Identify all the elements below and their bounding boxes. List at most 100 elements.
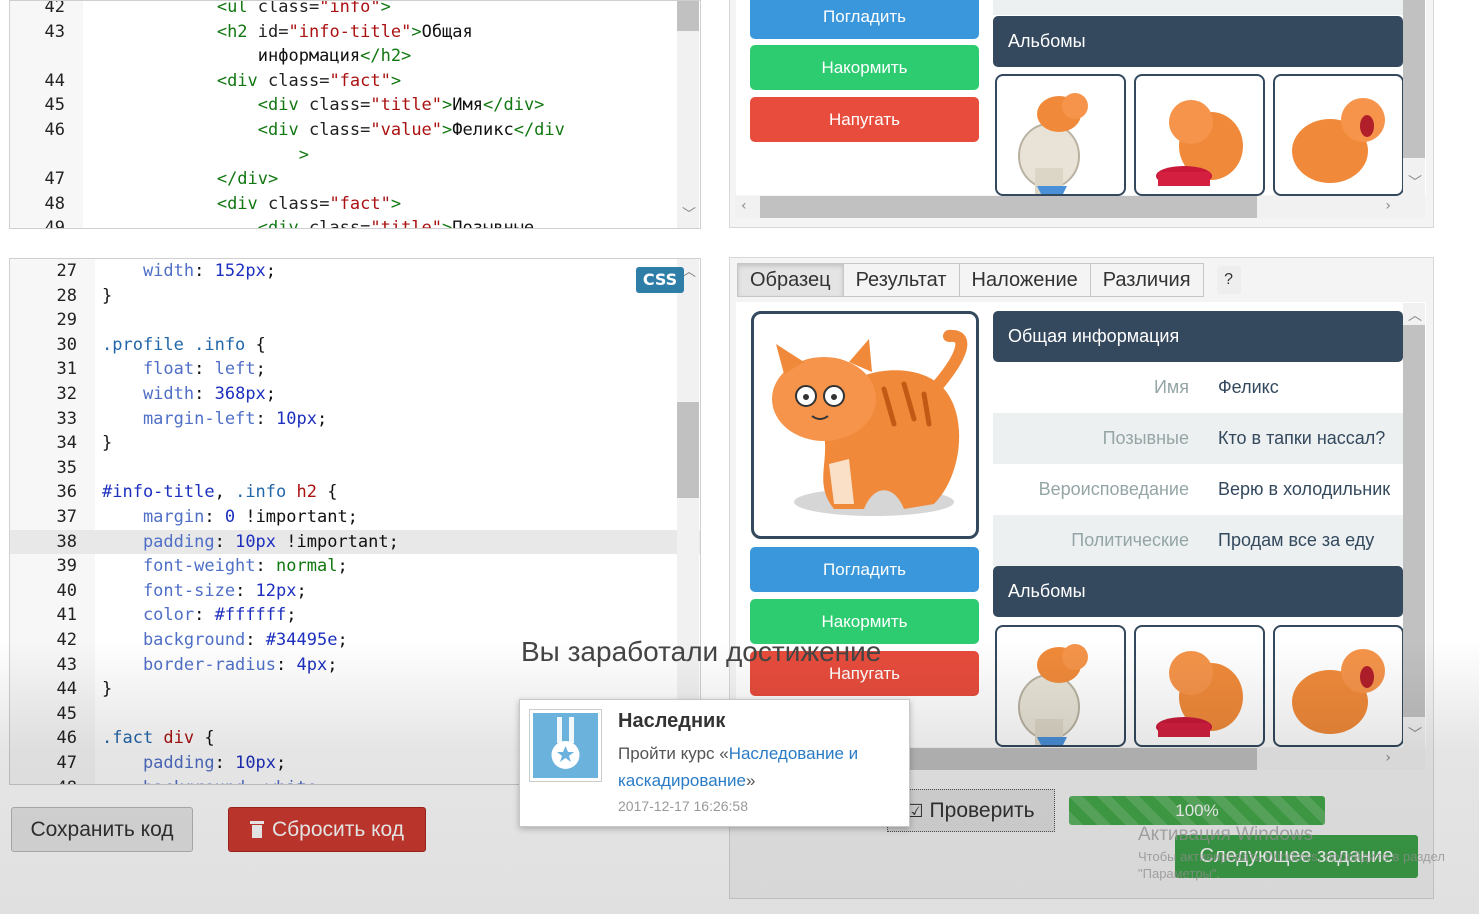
scroll-up-arrow-icon[interactable]: ︿ xyxy=(1408,305,1422,325)
pet-button[interactable]: Погладить xyxy=(750,547,979,592)
code-line[interactable]: 41 color: #ffffff; xyxy=(10,603,700,628)
toilet-cat-image xyxy=(1018,644,1088,745)
code-text: <ul class="info"> xyxy=(216,0,391,17)
fact-row-bg xyxy=(993,0,1403,15)
line-number: 36 xyxy=(56,482,77,503)
code-line[interactable]: 46 <div class="value">Феликс</div xyxy=(10,118,700,143)
reset-code-label: Сбросить код xyxy=(271,818,405,841)
code-line[interactable]: 49 <div class="title">Позывные xyxy=(10,216,700,228)
scroll-left-arrow-icon[interactable]: ‹ xyxy=(741,198,747,214)
scroll-right-arrow-icon[interactable]: › xyxy=(1385,750,1391,766)
line-number: 39 xyxy=(56,556,77,577)
bowl-cat-image xyxy=(1156,651,1243,737)
scroll-up-arrow-icon[interactable]: ︿ xyxy=(682,261,696,281)
code-line[interactable]: 29 xyxy=(10,308,700,333)
help-button[interactable]: ? xyxy=(1216,266,1241,294)
album-screaming-cat[interactable] xyxy=(1273,625,1404,747)
code-line[interactable]: 38 padding: 10px !important; xyxy=(10,529,700,555)
code-line[interactable]: 27 width: 152px; xyxy=(10,259,700,284)
screaming-cat-image xyxy=(1292,649,1385,734)
scroll-right-arrow-icon[interactable]: › xyxy=(1385,198,1391,214)
album-bowl-cat[interactable] xyxy=(1134,625,1265,747)
scroll-thumb[interactable] xyxy=(1403,0,1425,158)
html-editor[interactable]: 42 <ul class="info"> 43 <h2 id="info-titl… xyxy=(9,0,701,229)
scare-button-top[interactable]: Напугать xyxy=(750,97,979,142)
code-text: .profile .info { xyxy=(102,334,266,355)
css-badge: CSS xyxy=(636,267,684,293)
code-text: .fact div { xyxy=(102,728,215,749)
next-task-button[interactable]: Следующее задание xyxy=(1175,835,1418,878)
code-line[interactable]: > xyxy=(10,143,700,168)
fact-value: Феликс xyxy=(1218,377,1279,397)
vertical-scrollbar[interactable]: ﹀ xyxy=(677,1,699,228)
code-line[interactable]: 36 #info-title, .info h2 { xyxy=(10,480,700,505)
bowl-cat-image xyxy=(1156,100,1243,186)
album-bowl-cat[interactable] xyxy=(1134,74,1265,196)
code-text: } xyxy=(102,433,113,454)
code-line[interactable]: информация</h2> xyxy=(10,44,700,69)
scroll-down-arrow-icon[interactable]: ﹀ xyxy=(1408,172,1422,192)
code-line[interactable]: 32 width: 368px; xyxy=(10,382,700,407)
scroll-thumb[interactable] xyxy=(677,402,699,498)
line-number: 29 xyxy=(56,310,77,331)
scroll-thumb[interactable] xyxy=(760,196,1257,218)
scroll-down-arrow-icon[interactable]: ﹀ xyxy=(1408,724,1422,744)
achievement-card[interactable]: Наследник Пройти курс «Наследование и ка… xyxy=(519,699,910,827)
pet-button-top[interactable]: Погладить xyxy=(750,0,979,39)
album-screaming-cat[interactable] xyxy=(1273,74,1404,196)
feed-button-top[interactable]: Накормить xyxy=(750,45,979,90)
screaming-cat-image xyxy=(1292,98,1385,183)
toilet-cat-image xyxy=(1018,93,1088,194)
album-toilet-cat[interactable] xyxy=(995,625,1126,747)
album-toilet-cat[interactable] xyxy=(995,74,1126,196)
code-text: информация</h2> xyxy=(94,46,412,67)
code-text: font-weight: normal; xyxy=(102,556,348,577)
tab-sample[interactable]: Образец xyxy=(737,263,844,297)
code-line[interactable]: 48 <div class="fact"> xyxy=(10,192,700,217)
fact-title: Политические xyxy=(1071,530,1189,550)
reset-code-button[interactable]: Сбросить код xyxy=(228,807,426,852)
code-line[interactable]: 47 </div> xyxy=(10,167,700,192)
scroll-thumb[interactable] xyxy=(677,1,699,31)
code-line[interactable]: 40 font-size: 12px; xyxy=(10,579,700,604)
code-text: <h2 id="info-title">Общая xyxy=(216,21,473,42)
scroll-thumb[interactable] xyxy=(1403,325,1425,717)
code-line[interactable]: 31 float: left; xyxy=(10,357,700,382)
code-line[interactable]: 44 <div class="fact"> xyxy=(10,69,700,94)
code-line[interactable]: 35 xyxy=(10,456,700,481)
fact-row-politics: Политические Продам все за еду xyxy=(993,515,1403,566)
tab-overlay[interactable]: Наложение xyxy=(958,263,1091,297)
line-number: 47 xyxy=(44,169,65,190)
code-line[interactable]: 42 <ul class="info"> xyxy=(10,0,700,20)
progress-label: 100% xyxy=(1175,801,1219,820)
line-number: 42 xyxy=(44,0,65,17)
achievement-time: 2017-12-17 16:26:58 xyxy=(618,798,748,814)
scroll-down-arrow-icon[interactable]: ﹀ xyxy=(682,204,696,224)
line-number: 32 xyxy=(56,384,77,404)
code-line[interactable]: 43 <h2 id="info-title">Общая xyxy=(10,20,700,45)
line-number: 42 xyxy=(56,630,77,650)
code-line[interactable]: 39 font-weight: normal; xyxy=(10,554,700,579)
save-code-button[interactable]: Сохранить код xyxy=(11,807,193,852)
achievement-description: Пройти курс «Наследование и каскадирован… xyxy=(618,740,898,794)
check-button[interactable]: ☑ Проверить xyxy=(887,789,1055,832)
code-text: margin-left: 10px; xyxy=(102,408,328,429)
tab-diff[interactable]: Различия xyxy=(1089,263,1204,297)
code-line[interactable]: 28} xyxy=(10,284,700,309)
code-line[interactable]: 34} xyxy=(10,431,700,456)
tab-result[interactable]: Результат xyxy=(842,263,960,297)
code-line[interactable]: 33 margin-left: 10px; xyxy=(10,407,700,432)
code-line[interactable]: 30 .profile .info { xyxy=(10,333,700,358)
preview-top-vscroll[interactable]: ﹀ xyxy=(1403,0,1425,196)
preview-main-vscroll[interactable]: ︿ ﹀ xyxy=(1403,303,1425,748)
code-line[interactable]: 45 <div class="title">Имя</div> xyxy=(10,93,700,118)
achievement-name: Наследник xyxy=(618,710,726,732)
code-text: > xyxy=(298,144,309,165)
line-number: 34 xyxy=(56,433,77,454)
code-line[interactable]: 37 margin: 0 !important; xyxy=(10,505,700,530)
line-number: 43 xyxy=(56,654,77,675)
line-number: 37 xyxy=(56,507,77,527)
fact-value: Кто в тапки нассал? xyxy=(1218,428,1386,448)
preview-top-hscroll[interactable]: ‹ › xyxy=(735,196,1425,218)
code-text: </div> xyxy=(216,169,279,190)
